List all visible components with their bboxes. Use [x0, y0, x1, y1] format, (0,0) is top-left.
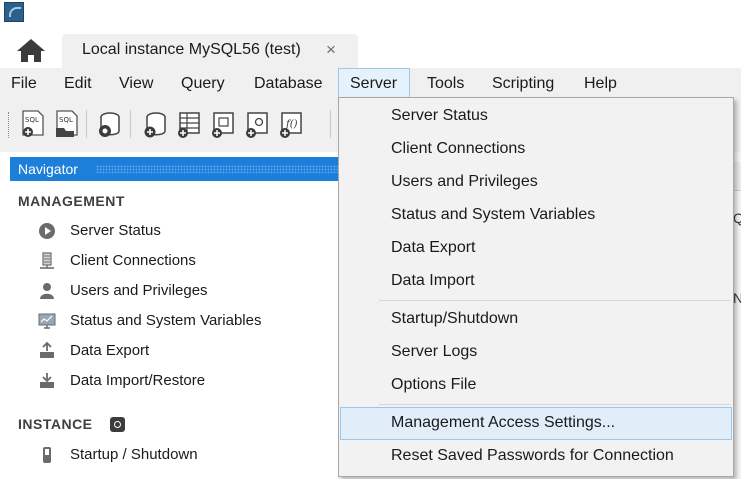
user-icon [40, 283, 54, 299]
menu-scripting[interactable]: Scripting [492, 68, 554, 100]
menu-item-label: Management Access Settings... [391, 414, 616, 431]
svg-text:SQL: SQL [25, 116, 39, 124]
new-sql-tab-icon[interactable]: SQL [20, 109, 46, 139]
toolbar-grip[interactable] [8, 112, 12, 138]
server-connections-icon [40, 252, 54, 269]
menu-item-label: Options File [391, 376, 477, 393]
menu-item-label: Users and Privileges [391, 173, 538, 190]
create-procedure-icon[interactable] [244, 109, 270, 139]
workbench-logo-icon [4, 2, 24, 22]
open-sql-script-icon[interactable]: SQL [54, 109, 80, 139]
menu-item-label: Client Connections [391, 140, 526, 157]
svg-text:f(): f() [285, 119, 298, 130]
navigator-sidebar: Navigator MANAGEMENT Server Status Clien… [0, 152, 338, 479]
nav-item-label: Status and System Variables [70, 312, 262, 329]
close-tab-icon[interactable]: × [326, 40, 336, 60]
menu-item-label: Status and System Variables [391, 206, 596, 223]
nav-item-users-privileges[interactable]: Users and Privileges [38, 280, 338, 304]
menu-item-data-import[interactable]: Data Import [340, 265, 732, 298]
nav-item-data-import[interactable]: Data Import/Restore [38, 370, 338, 394]
export-icon [40, 342, 54, 358]
menu-item-reset-saved-passwords[interactable]: Reset Saved Passwords for Connection [340, 440, 732, 473]
nav-item-status-variables[interactable]: Status and System Variables [38, 310, 338, 334]
menu-item-label: Server Status [391, 107, 488, 124]
nav-item-label: Data Export [70, 342, 150, 359]
menu-bar: File Edit View Query Database Server Too… [0, 68, 741, 100]
menu-database[interactable]: Database [254, 68, 323, 100]
toolbar-separator [330, 110, 331, 138]
nav-item-label: Server Status [70, 222, 161, 239]
tab-label: Local instance MySQL56 (test) [82, 41, 301, 58]
menu-server[interactable]: Server [338, 68, 410, 100]
toolbar-separator [86, 110, 87, 138]
nav-item-data-export[interactable]: Data Export [38, 340, 338, 364]
inspector-icon[interactable] [96, 109, 122, 139]
create-function-icon[interactable]: f() [278, 109, 304, 139]
create-view-icon[interactable] [210, 109, 236, 139]
menu-item-server-logs[interactable]: Server Logs [340, 336, 732, 369]
menu-item-label: Data Import [391, 272, 475, 289]
menu-query[interactable]: Query [181, 68, 225, 100]
menu-edit[interactable]: Edit [64, 68, 92, 100]
menu-separator [379, 300, 731, 301]
play-circle-icon [39, 223, 55, 239]
menu-item-options-file[interactable]: Options File [340, 369, 732, 402]
menu-item-label: Data Export [391, 239, 476, 256]
menu-item-label: Reset Saved Passwords for Connection [391, 447, 674, 464]
menu-item-server-status[interactable]: Server Status [340, 100, 732, 133]
partial-label-q: Q [733, 210, 741, 226]
menu-item-status-variables[interactable]: Status and System Variables [340, 199, 732, 232]
nav-item-label: Data Import/Restore [70, 372, 206, 389]
import-icon [40, 373, 54, 388]
nav-item-label: Client Connections [70, 252, 196, 269]
navigator-title: Navigator [18, 161, 78, 177]
nav-item-startup-shutdown[interactable]: Startup / Shutdown [38, 444, 338, 468]
menu-separator [379, 404, 731, 405]
create-schema-icon[interactable] [142, 109, 168, 139]
home-tab[interactable] [14, 36, 48, 66]
nav-item-server-status[interactable]: Server Status [38, 220, 338, 244]
menu-item-users-privileges[interactable]: Users and Privileges [340, 166, 732, 199]
home-icon [17, 39, 45, 62]
menu-help[interactable]: Help [584, 68, 617, 100]
title-bar [0, 0, 741, 30]
menu-tools[interactable]: Tools [427, 68, 464, 100]
svg-text:SQL: SQL [59, 116, 73, 124]
menu-item-management-access-settings[interactable]: Management Access Settings... [340, 407, 732, 440]
nav-item-client-connections[interactable]: Client Connections [38, 250, 338, 274]
toolbar-separator [130, 110, 131, 138]
server-menu-dropdown: Server Status Client Connections Users a… [338, 97, 734, 477]
instance-settings-icon[interactable] [110, 417, 125, 432]
tab-local-instance[interactable]: Local instance MySQL56 (test) × [62, 34, 358, 68]
menu-file[interactable]: File [11, 68, 37, 100]
menu-item-data-export[interactable]: Data Export [340, 232, 732, 265]
menu-item-startup-shutdown[interactable]: Startup/Shutdown [340, 303, 732, 336]
section-management: MANAGEMENT [18, 193, 125, 209]
navigator-header: Navigator [10, 157, 338, 181]
menu-view[interactable]: View [119, 68, 153, 100]
nav-item-label: Startup / Shutdown [70, 446, 198, 463]
create-table-icon[interactable] [176, 109, 202, 139]
section-instance: INSTANCE [18, 416, 93, 432]
menu-item-client-connections[interactable]: Client Connections [340, 133, 732, 166]
partial-label-n: N [733, 290, 741, 306]
menu-item-label: Server Logs [391, 343, 478, 360]
nav-item-label: Users and Privileges [70, 282, 208, 299]
monitor-icon [38, 313, 56, 329]
menu-item-label: Startup/Shutdown [391, 310, 519, 327]
power-switch-icon [43, 447, 51, 463]
